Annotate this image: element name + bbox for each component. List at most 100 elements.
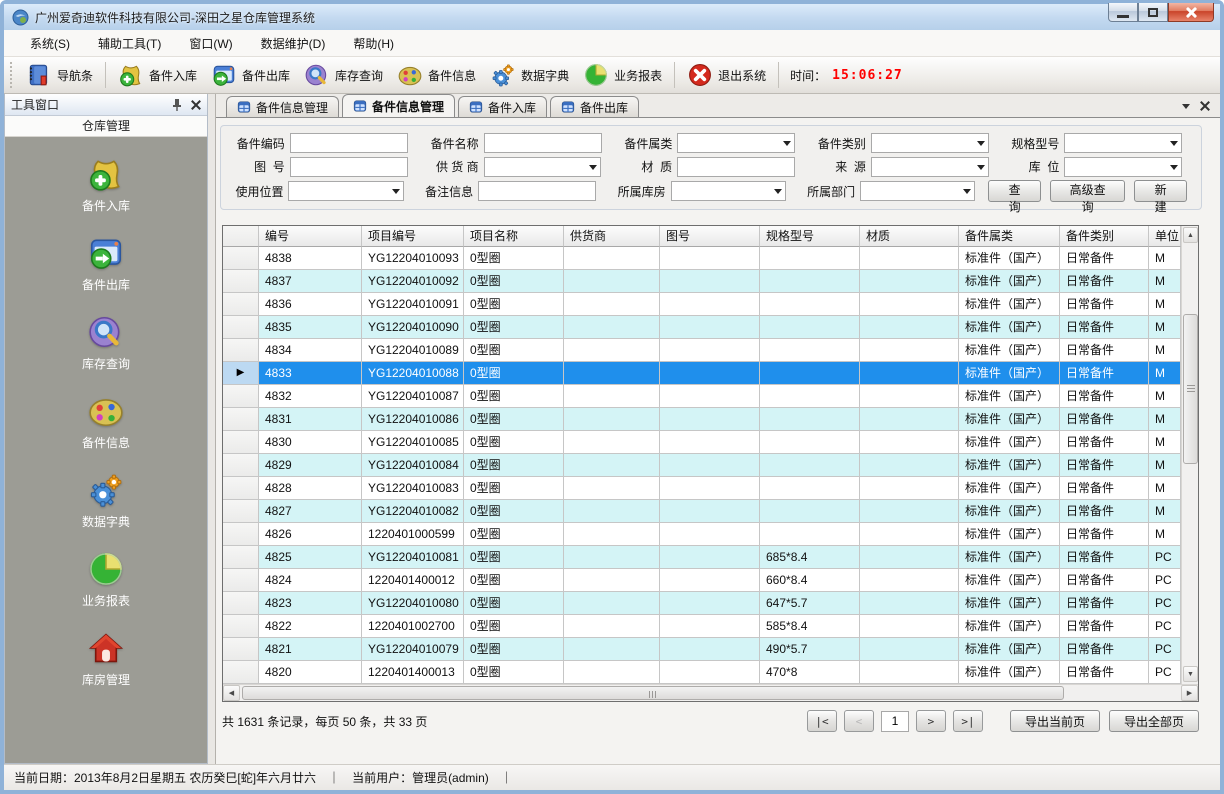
close-button[interactable] (1168, 3, 1214, 22)
dropdown-field[interactable] (871, 133, 989, 153)
dropdown-field[interactable] (677, 133, 795, 153)
table-row[interactable]: 482012204014000130型圈470*8标准件（国产）日常备件PC (223, 661, 1198, 684)
dropdown-field[interactable] (288, 181, 403, 201)
last-page-button[interactable]: >| (953, 710, 983, 732)
menu-item[interactable]: 辅助工具(T) (86, 31, 173, 56)
tab-备件入库[interactable]: 备件入库 (458, 96, 547, 117)
table-row[interactable]: 4821YG122040100790型圈490*5.7标准件（国产）日常备件PC (223, 638, 1198, 661)
dropdown-field[interactable] (1064, 133, 1182, 153)
vertical-scrollbar[interactable]: ▲ ▼ (1181, 226, 1198, 684)
column-header[interactable]: 材质 (860, 226, 959, 247)
table-row[interactable]: 4836YG122040100910型圈标准件（国产）日常备件M (223, 293, 1198, 316)
sidebar-item-parts-info[interactable]: 备件信息 (82, 392, 130, 451)
dropdown-field[interactable] (860, 181, 975, 201)
table-row[interactable]: 4837YG122040100920型圈标准件（国产）日常备件M (223, 270, 1198, 293)
text-field[interactable] (290, 133, 408, 153)
table-row[interactable]: 482412204014000120型圈660*8.4标准件（国产）日常备件PC (223, 569, 1198, 592)
sidebar-group-title[interactable]: 仓库管理 (5, 116, 207, 137)
tab-list-chevron-down-icon[interactable] (1182, 104, 1190, 109)
toolbar-button-inventory-query[interactable]: 库存查询 (297, 59, 390, 91)
text-field[interactable] (478, 181, 596, 201)
scroll-down-button[interactable]: ▼ (1183, 666, 1198, 682)
tab-备件信息管理-active[interactable]: 备件信息管理 (342, 94, 455, 117)
minimize-button[interactable] (1108, 3, 1138, 22)
pin-icon[interactable] (171, 98, 183, 111)
toolbar-button-parts-info[interactable]: 备件信息 (390, 59, 483, 91)
new-button[interactable]: 新建 (1134, 180, 1187, 202)
dropdown-field[interactable] (671, 181, 786, 201)
row-selector-cell[interactable] (223, 316, 259, 339)
tab-备件出库[interactable]: 备件出库 (550, 96, 639, 117)
prev-page-button[interactable]: < (844, 710, 874, 732)
tab-备件信息管理[interactable]: 备件信息管理 (226, 96, 339, 117)
column-header[interactable]: 项目编号 (362, 226, 464, 247)
sidebar-item-inventory-query[interactable]: 库存查询 (82, 313, 130, 372)
table-row[interactable]: 4827YG122040100820型圈标准件（国产）日常备件M (223, 500, 1198, 523)
row-selector-cell[interactable] (223, 523, 259, 546)
menu-item[interactable]: 数据维护(D) (249, 31, 338, 56)
horizontal-scrollbar-thumb[interactable] (242, 686, 1064, 700)
table-row[interactable]: 4834YG122040100890型圈标准件（国产）日常备件M (223, 339, 1198, 362)
table-row[interactable]: 4835YG122040100900型圈标准件（国产）日常备件M (223, 316, 1198, 339)
next-page-button[interactable]: > (916, 710, 946, 732)
menu-item[interactable]: 帮助(H) (341, 31, 406, 56)
row-selector-cell[interactable] (223, 477, 259, 500)
column-header[interactable]: 编号 (259, 226, 362, 247)
column-header[interactable]: 图号 (660, 226, 760, 247)
toolbar-button-data-dictionary[interactable]: 数据字典 (483, 59, 576, 91)
row-selector-cell[interactable] (223, 431, 259, 454)
table-row[interactable]: 4831YG122040100860型圈标准件（国产）日常备件M (223, 408, 1198, 431)
table-row[interactable]: 4823YG122040100800型圈647*5.7标准件（国产）日常备件PC (223, 592, 1198, 615)
row-selector-cell[interactable] (223, 500, 259, 523)
row-selector-cell[interactable] (223, 569, 259, 592)
toolbar-grip-icon[interactable] (10, 62, 15, 88)
row-selector-cell[interactable] (223, 615, 259, 638)
table-row[interactable]: 4828YG122040100830型圈标准件（国产）日常备件M (223, 477, 1198, 500)
query-button[interactable]: 查询 (988, 180, 1041, 202)
row-selector-cell[interactable] (223, 408, 259, 431)
row-selector-cell[interactable] (223, 270, 259, 293)
scroll-up-button[interactable]: ▲ (1183, 227, 1198, 243)
row-selector-cell[interactable]: ▶ (223, 362, 259, 385)
first-page-button[interactable]: |< (807, 710, 837, 732)
sidebar-item-data-dictionary[interactable]: 数据字典 (82, 471, 130, 530)
sidebar-item-parts-in[interactable]: 备件入库 (82, 155, 130, 214)
table-row[interactable]: 4832YG122040100870型圈标准件（国产）日常备件M (223, 385, 1198, 408)
row-selector-cell[interactable] (223, 247, 259, 270)
toolbar-button-navbar[interactable]: 导航条 (19, 59, 100, 91)
dropdown-field[interactable] (484, 157, 602, 177)
column-header[interactable]: 备件属类 (959, 226, 1060, 247)
scroll-left-button[interactable]: ◀ (223, 685, 240, 701)
sidebar-item-business-report[interactable]: 业务报表 (82, 550, 130, 609)
page-number-input[interactable] (881, 711, 909, 732)
toolbar-button-business-report[interactable]: 业务报表 (576, 59, 669, 91)
table-row[interactable]: 482212204010027000型圈585*8.4标准件（国产）日常备件PC (223, 615, 1198, 638)
vertical-scrollbar-thumb[interactable] (1183, 314, 1198, 464)
table-row[interactable]: 4829YG122040100840型圈标准件（国产）日常备件M (223, 454, 1198, 477)
maximize-button[interactable] (1138, 3, 1168, 22)
column-header[interactable]: 项目名称 (464, 226, 564, 247)
sidebar-item-warehouse[interactable]: 库房管理 (82, 629, 130, 688)
column-header[interactable]: 规格型号 (760, 226, 860, 247)
column-header[interactable]: 备件类别 (1060, 226, 1149, 247)
export-all-pages-button[interactable]: 导出全部页 (1109, 710, 1199, 732)
row-selector-cell[interactable] (223, 546, 259, 569)
horizontal-scrollbar[interactable]: ◀ ▶ (223, 684, 1198, 701)
tool-window-close-icon[interactable] (191, 100, 201, 110)
row-selector-cell[interactable] (223, 454, 259, 477)
sidebar-item-parts-out[interactable]: 备件出库 (82, 234, 130, 293)
table-row[interactable]: 4838YG122040100930型圈标准件（国产）日常备件M (223, 247, 1198, 270)
text-field[interactable] (290, 157, 408, 177)
table-row[interactable]: 4825YG122040100810型圈685*8.4标准件（国产）日常备件PC (223, 546, 1198, 569)
toolbar-button-parts-in[interactable]: 备件入库 (111, 59, 204, 91)
menu-item[interactable]: 系统(S) (18, 31, 82, 56)
table-row[interactable]: ▶4833YG122040100880型圈标准件（国产）日常备件M (223, 362, 1198, 385)
text-field[interactable] (677, 157, 795, 177)
scroll-right-button[interactable]: ▶ (1181, 685, 1198, 701)
dropdown-field[interactable] (1064, 157, 1182, 177)
row-selector-cell[interactable] (223, 638, 259, 661)
table-row[interactable]: 4830YG122040100850型圈标准件（国产）日常备件M (223, 431, 1198, 454)
row-selector-cell[interactable] (223, 385, 259, 408)
column-header[interactable]: 单位 (1149, 226, 1181, 247)
tab-close-icon[interactable] (1200, 101, 1210, 111)
